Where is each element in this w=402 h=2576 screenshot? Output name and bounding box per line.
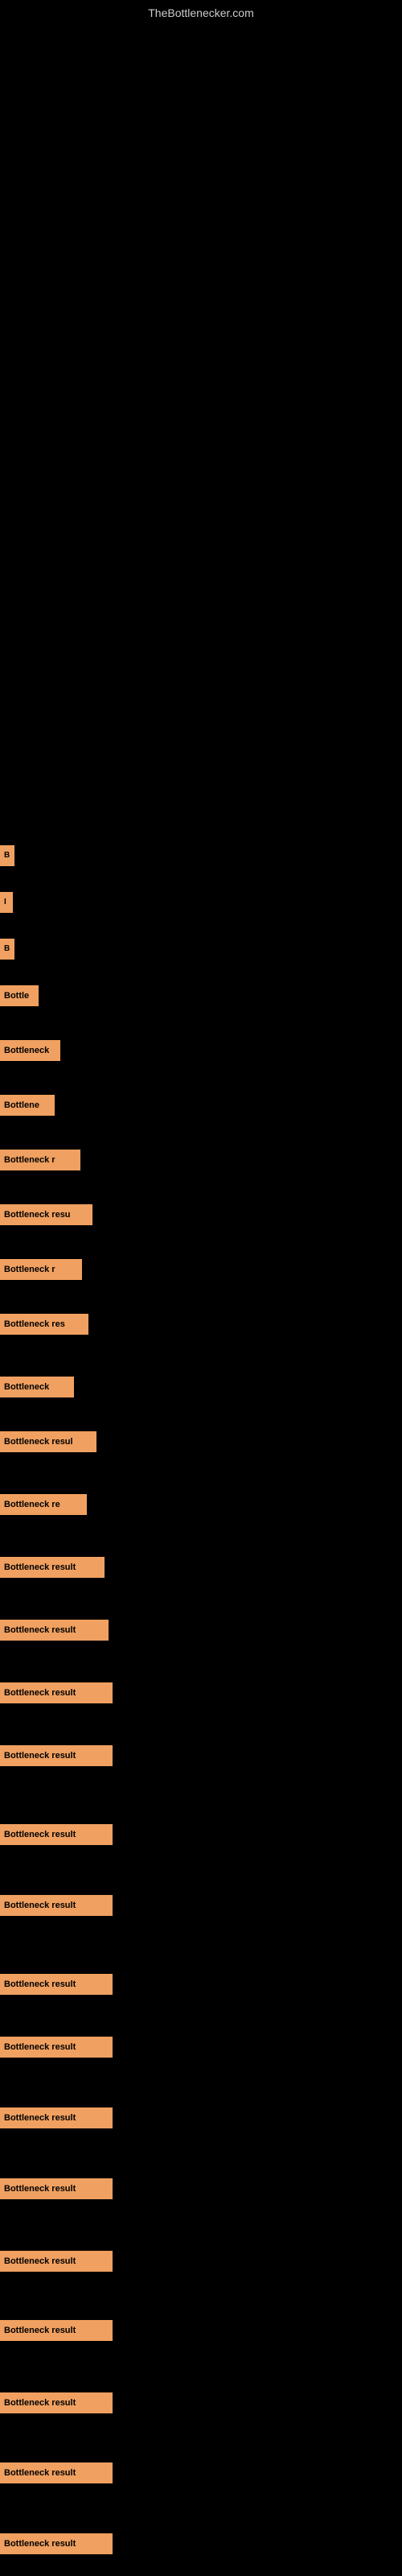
bottleneck-label-5: Bottleneck xyxy=(0,1040,60,1061)
site-title: TheBottlenecker.com xyxy=(148,6,254,19)
bottleneck-label-2: I xyxy=(0,892,13,913)
bottleneck-label-24: Bottleneck result xyxy=(0,2251,113,2272)
bottleneck-label-6: Bottlene xyxy=(0,1095,55,1116)
bottleneck-label-4: Bottle xyxy=(0,985,39,1006)
bottleneck-label-11: Bottleneck xyxy=(0,1377,74,1397)
bottleneck-item-11: Bottleneck xyxy=(0,1377,74,1397)
bottleneck-label-27: Bottleneck result xyxy=(0,2462,113,2483)
bottleneck-item-15: Bottleneck result xyxy=(0,1620,109,1641)
bottleneck-label-21: Bottleneck result xyxy=(0,2037,113,2058)
bottleneck-item-1: B xyxy=(0,845,14,866)
bottleneck-label-19: Bottleneck result xyxy=(0,1895,113,1916)
bottleneck-item-21: Bottleneck result xyxy=(0,2037,113,2058)
bottleneck-label-22: Bottleneck result xyxy=(0,2107,113,2128)
bottleneck-label-15: Bottleneck result xyxy=(0,1620,109,1641)
bottleneck-label-28: Bottleneck result xyxy=(0,2533,113,2554)
bottleneck-item-14: Bottleneck result xyxy=(0,1557,105,1578)
bottleneck-item-10: Bottleneck res xyxy=(0,1314,88,1335)
bottleneck-label-20: Bottleneck result xyxy=(0,1974,113,1995)
bottleneck-label-10: Bottleneck res xyxy=(0,1314,88,1335)
bottleneck-item-5: Bottleneck xyxy=(0,1040,60,1061)
bottleneck-item-25: Bottleneck result xyxy=(0,2320,113,2341)
bottleneck-label-17: Bottleneck result xyxy=(0,1745,113,1766)
bottleneck-item-16: Bottleneck result xyxy=(0,1682,113,1703)
bottleneck-label-18: Bottleneck result xyxy=(0,1824,113,1845)
bottleneck-item-8: Bottleneck resu xyxy=(0,1204,92,1225)
bottleneck-item-7: Bottleneck r xyxy=(0,1150,80,1170)
bottleneck-label-9: Bottleneck r xyxy=(0,1259,82,1280)
bottleneck-label-3: B xyxy=(0,939,14,960)
bottleneck-item-6: Bottlene xyxy=(0,1095,55,1116)
bottleneck-label-25: Bottleneck result xyxy=(0,2320,113,2341)
bottleneck-item-23: Bottleneck result xyxy=(0,2178,113,2199)
bottleneck-label-14: Bottleneck result xyxy=(0,1557,105,1578)
bottleneck-item-27: Bottleneck result xyxy=(0,2462,113,2483)
bottleneck-label-16: Bottleneck result xyxy=(0,1682,113,1703)
bottleneck-item-9: Bottleneck r xyxy=(0,1259,82,1280)
bottleneck-label-8: Bottleneck resu xyxy=(0,1204,92,1225)
bottleneck-item-26: Bottleneck result xyxy=(0,2392,113,2413)
bottleneck-label-1: B xyxy=(0,845,14,866)
bottleneck-label-12: Bottleneck resul xyxy=(0,1431,96,1452)
bottleneck-item-22: Bottleneck result xyxy=(0,2107,113,2128)
bottleneck-item-19: Bottleneck result xyxy=(0,1895,113,1916)
bottleneck-item-28: Bottleneck result xyxy=(0,2533,113,2554)
bottleneck-item-20: Bottleneck result xyxy=(0,1974,113,1995)
bottleneck-item-17: Bottleneck result xyxy=(0,1745,113,1766)
bottleneck-item-3: B xyxy=(0,939,14,960)
bottleneck-label-26: Bottleneck result xyxy=(0,2392,113,2413)
bottleneck-item-24: Bottleneck result xyxy=(0,2251,113,2272)
bottleneck-item-18: Bottleneck result xyxy=(0,1824,113,1845)
bottleneck-item-13: Bottleneck re xyxy=(0,1494,87,1515)
bottleneck-item-4: Bottle xyxy=(0,985,39,1006)
bottleneck-item-2: I xyxy=(0,892,13,913)
bottleneck-label-7: Bottleneck r xyxy=(0,1150,80,1170)
bottleneck-label-13: Bottleneck re xyxy=(0,1494,87,1515)
bottleneck-label-23: Bottleneck result xyxy=(0,2178,113,2199)
bottleneck-item-12: Bottleneck resul xyxy=(0,1431,96,1452)
